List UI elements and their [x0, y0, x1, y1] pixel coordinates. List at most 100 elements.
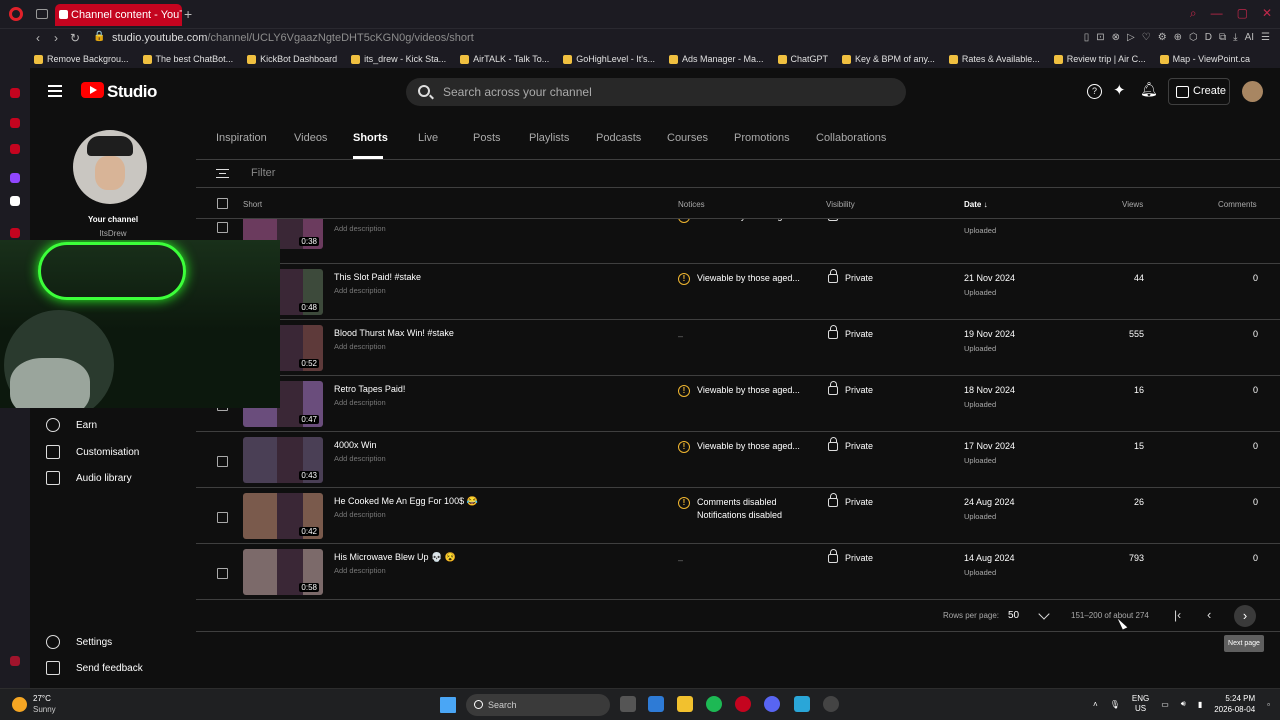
channel-avatar[interactable] — [73, 130, 147, 204]
previous-page-button[interactable]: ‹ — [1207, 607, 1211, 622]
lock-icon[interactable]: 🔒 — [93, 31, 105, 42]
nav-send-feedback[interactable]: Send feedback — [46, 658, 143, 678]
header-date[interactable]: Date ↓ — [964, 200, 988, 209]
tab-inspiration[interactable]: Inspiration — [216, 132, 267, 144]
short-description[interactable]: Add description — [334, 224, 386, 233]
app-settings-icon[interactable] — [823, 696, 839, 712]
menu-icon[interactable]: ☰ — [1261, 32, 1270, 43]
player-sidebar-icon[interactable] — [10, 228, 20, 238]
row-checkbox[interactable] — [217, 456, 228, 467]
chevron-up-icon[interactable]: ˄ — [1093, 700, 1098, 709]
visibility-private[interactable]: Private — [828, 325, 873, 339]
visibility-private[interactable]: Private — [828, 437, 873, 451]
battery-icon[interactable]: ▮ — [1198, 700, 1202, 709]
tab-live[interactable]: Live — [418, 132, 438, 144]
adblock-icon[interactable]: ⊗ — [1112, 32, 1120, 43]
bookmark-item[interactable]: KickBot Dashboard — [247, 50, 337, 68]
x-icon[interactable] — [10, 196, 20, 206]
next-page-button[interactable]: › — [1234, 605, 1256, 627]
short-title[interactable]: Retro Tapes Paid! — [334, 384, 405, 394]
heart-icon[interactable]: ♡ — [1142, 32, 1151, 43]
tab-promotions[interactable]: Promotions — [734, 132, 790, 144]
short-thumbnail[interactable]: 0:58 — [243, 549, 323, 595]
select-all-checkbox[interactable] — [217, 198, 228, 209]
filter-input[interactable]: Filter — [251, 167, 275, 179]
screenshot-icon[interactable]: ⧉ — [1219, 32, 1226, 43]
news-icon[interactable] — [10, 144, 20, 154]
taskbar-search[interactable]: Search — [466, 694, 610, 716]
visibility-private[interactable]: Private — [828, 549, 873, 563]
microphone-icon[interactable]: 🎙︎ — [1110, 700, 1120, 709]
notice-text[interactable]: ! Viewable by those aged... — [678, 384, 800, 397]
back-icon[interactable]: ‹ — [36, 31, 40, 45]
short-description[interactable]: Add description — [334, 454, 386, 463]
download-icon[interactable]: ⤓ — [1233, 32, 1237, 43]
opera-gx-icon[interactable] — [735, 696, 751, 712]
short-title[interactable]: He Cooked Me An Egg For 100$ 😂 — [334, 496, 478, 507]
opera-logo-icon[interactable] — [9, 7, 23, 21]
channel-search-input[interactable]: Search across your channel — [406, 78, 906, 106]
bookmark-item[interactable]: Rates & Available... — [948, 50, 1040, 68]
notifications-bell-icon[interactable]: 🔔︎ — [1140, 81, 1158, 98]
volume-icon[interactable]: 🔊︎ — [1181, 699, 1186, 709]
chevron-down-icon[interactable] — [1038, 608, 1050, 620]
bookmark-item[interactable]: GoHighLevel - It's... — [563, 50, 655, 68]
bookmark-item[interactable]: ChatGPT — [777, 50, 828, 68]
task-view-icon[interactable] — [620, 696, 636, 712]
bookmark-item[interactable]: Remove Backgrou... — [34, 50, 129, 68]
url-field[interactable]: studio.youtube.com/channel/UCLY6VgaazNgt… — [112, 32, 474, 44]
short-description[interactable]: Add description — [334, 342, 386, 351]
table-row[interactable]: 0:43 4000x Win Add description ! Viewable… — [196, 432, 1280, 488]
table-row[interactable]: 0:42 He Cooked Me An Egg For 100$ 😂 Add … — [196, 488, 1280, 544]
store-icon[interactable] — [648, 696, 664, 712]
extensions-icon[interactable]: ⬡ — [1189, 32, 1198, 43]
twitch-icon[interactable] — [10, 173, 20, 183]
vpn-icon[interactable]: ⊕ — [1174, 32, 1182, 43]
short-title[interactable]: 4000x Win — [334, 440, 377, 450]
table-row[interactable]: 0:48 This Slot Paid! #stake Add descript… — [196, 264, 1280, 320]
bookmark-icon[interactable]: ▯ — [1084, 32, 1090, 43]
rows-per-page-value[interactable]: 50 — [1008, 610, 1019, 621]
notice-text[interactable]: ! Viewable by those aged... — [678, 440, 800, 453]
settings-icon[interactable]: ⚙ — [1158, 32, 1167, 43]
network-icon[interactable]: ▭ — [1161, 700, 1169, 709]
bookmark-item[interactable]: AirTALK - Talk To... — [460, 50, 549, 68]
clock[interactable]: 5:24 PM 2026-08-04 — [1214, 693, 1255, 715]
file-explorer-icon[interactable] — [677, 696, 693, 712]
notice-text[interactable]: ! Viewable by those aged... — [678, 272, 800, 285]
help-icon[interactable]: ? — [1087, 84, 1102, 99]
filter-icon[interactable] — [216, 169, 229, 178]
short-description[interactable]: Add description — [334, 510, 386, 519]
windows-start-icon[interactable] — [440, 697, 456, 713]
notifications-icon[interactable]: ▫ — [1267, 700, 1270, 709]
bookmark-item[interactable]: The best ChatBot... — [142, 50, 233, 68]
nav-customisation[interactable]: Customisation — [46, 442, 139, 462]
search-icon[interactable]: ⌕ — [1190, 6, 1197, 21]
nav-settings[interactable]: Settings — [46, 632, 112, 652]
close-button[interactable]: ✕ — [1262, 6, 1272, 21]
hamburger-menu-icon[interactable] — [48, 85, 62, 97]
sparkle-icon[interactable]: ✦ — [1113, 81, 1126, 99]
short-thumbnail[interactable]: 0:42 — [243, 493, 323, 539]
short-description[interactable]: Add description — [334, 398, 386, 407]
visibility-private[interactable]: Private — [828, 269, 873, 283]
short-title[interactable]: This Slot Paid! #stake — [334, 272, 421, 282]
notice-text[interactable]: ! Comments disabled Notifications disabled — [678, 496, 782, 522]
visibility-private[interactable]: Private — [828, 493, 873, 507]
bookmark-item[interactable]: Review trip | Air C... — [1053, 50, 1146, 68]
short-description[interactable]: Add description — [334, 286, 386, 295]
snapshot-icon[interactable]: ⊡ — [1096, 32, 1104, 43]
minimize-button[interactable]: — — [1211, 6, 1223, 21]
row-checkbox[interactable] — [217, 512, 228, 523]
short-title[interactable]: His Microwave Blew Up 💀 😵 — [334, 552, 456, 563]
first-page-button[interactable]: |‹ — [1174, 608, 1181, 622]
tab-overview-icon[interactable] — [36, 9, 48, 19]
short-thumbnail[interactable]: 0:43 — [243, 437, 323, 483]
short-title[interactable]: Blood Thurst Max Win! #stake — [334, 328, 454, 338]
discord-icon[interactable] — [764, 696, 780, 712]
tab-podcasts[interactable]: Podcasts — [596, 132, 641, 144]
browser-tab-active[interactable]: Channel content - YouTube — [55, 4, 182, 26]
bookmark-item[interactable]: Map - ViewPoint.ca — [1159, 50, 1250, 68]
player-icon[interactable]: ▷ — [1127, 32, 1135, 43]
bookmark-item[interactable]: Ads Manager - Ma... — [668, 50, 764, 68]
